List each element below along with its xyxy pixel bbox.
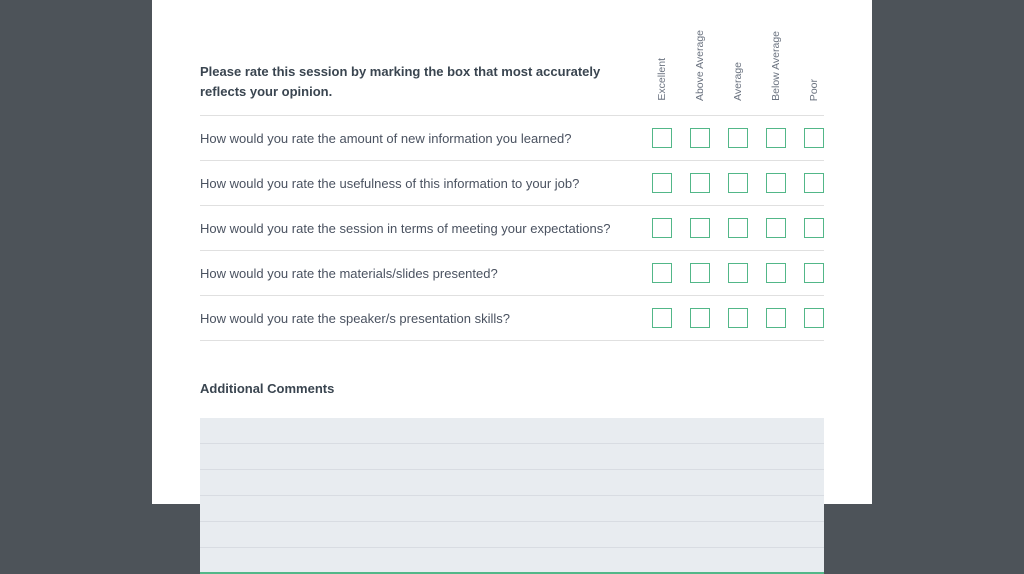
comments-section: Additional Comments bbox=[200, 381, 824, 574]
comment-line[interactable] bbox=[200, 522, 824, 548]
checkbox-group bbox=[652, 173, 824, 193]
rating-row-q0: How would you rate the amount of new inf… bbox=[200, 116, 824, 161]
question-text: How would you rate the usefulness of thi… bbox=[200, 176, 652, 191]
checkbox-q1-above-average[interactable] bbox=[690, 173, 710, 193]
checkbox-q0-poor[interactable] bbox=[804, 128, 824, 148]
comment-line[interactable] bbox=[200, 418, 824, 444]
checkbox-group bbox=[652, 308, 824, 328]
rating-row-q4: How would you rate the speaker/s present… bbox=[200, 296, 824, 341]
comment-line[interactable] bbox=[200, 496, 824, 522]
comment-line[interactable] bbox=[200, 548, 824, 574]
rating-column-headers: Excellent Above Average Average Below Av… bbox=[652, 30, 824, 101]
checkbox-q2-above-average[interactable] bbox=[690, 218, 710, 238]
rating-section: Please rate this session by marking the … bbox=[200, 30, 824, 341]
checkbox-q3-average[interactable] bbox=[728, 263, 748, 283]
checkbox-group bbox=[652, 263, 824, 283]
column-header-poor: Poor bbox=[804, 30, 824, 101]
checkbox-group bbox=[652, 218, 824, 238]
column-header-excellent: Excellent bbox=[652, 30, 672, 101]
checkbox-q0-average[interactable] bbox=[728, 128, 748, 148]
rating-header-row: Please rate this session by marking the … bbox=[200, 30, 824, 116]
checkbox-q0-below-average[interactable] bbox=[766, 128, 786, 148]
rating-row-q3: How would you rate the materials/slides … bbox=[200, 251, 824, 296]
column-header-below-average: Below Average bbox=[766, 30, 786, 101]
checkbox-q3-below-average[interactable] bbox=[766, 263, 786, 283]
rating-instruction: Please rate this session by marking the … bbox=[200, 62, 652, 101]
checkbox-q1-poor[interactable] bbox=[804, 173, 824, 193]
checkbox-q2-below-average[interactable] bbox=[766, 218, 786, 238]
rating-row-q2: How would you rate the session in terms … bbox=[200, 206, 824, 251]
rating-row-q1: How would you rate the usefulness of thi… bbox=[200, 161, 824, 206]
checkbox-q4-excellent[interactable] bbox=[652, 308, 672, 328]
checkbox-q4-poor[interactable] bbox=[804, 308, 824, 328]
checkbox-q1-excellent[interactable] bbox=[652, 173, 672, 193]
checkbox-q4-below-average[interactable] bbox=[766, 308, 786, 328]
checkbox-q3-excellent[interactable] bbox=[652, 263, 672, 283]
checkbox-q0-excellent[interactable] bbox=[652, 128, 672, 148]
comments-heading: Additional Comments bbox=[200, 381, 824, 396]
checkbox-q2-average[interactable] bbox=[728, 218, 748, 238]
checkbox-q3-above-average[interactable] bbox=[690, 263, 710, 283]
question-text: How would you rate the speaker/s present… bbox=[200, 311, 652, 326]
checkbox-q2-poor[interactable] bbox=[804, 218, 824, 238]
comment-line[interactable] bbox=[200, 470, 824, 496]
checkbox-group bbox=[652, 128, 824, 148]
checkbox-q1-average[interactable] bbox=[728, 173, 748, 193]
checkbox-q2-excellent[interactable] bbox=[652, 218, 672, 238]
checkbox-q4-above-average[interactable] bbox=[690, 308, 710, 328]
survey-page: Please rate this session by marking the … bbox=[152, 0, 872, 504]
comment-line[interactable] bbox=[200, 444, 824, 470]
checkbox-q0-above-average[interactable] bbox=[690, 128, 710, 148]
column-header-above-average: Above Average bbox=[690, 30, 710, 101]
question-text: How would you rate the session in terms … bbox=[200, 221, 652, 236]
column-header-average: Average bbox=[728, 30, 748, 101]
comment-lines[interactable] bbox=[200, 418, 824, 574]
checkbox-q1-below-average[interactable] bbox=[766, 173, 786, 193]
checkbox-q4-average[interactable] bbox=[728, 308, 748, 328]
question-text: How would you rate the amount of new inf… bbox=[200, 131, 652, 146]
question-text: How would you rate the materials/slides … bbox=[200, 266, 652, 281]
checkbox-q3-poor[interactable] bbox=[804, 263, 824, 283]
